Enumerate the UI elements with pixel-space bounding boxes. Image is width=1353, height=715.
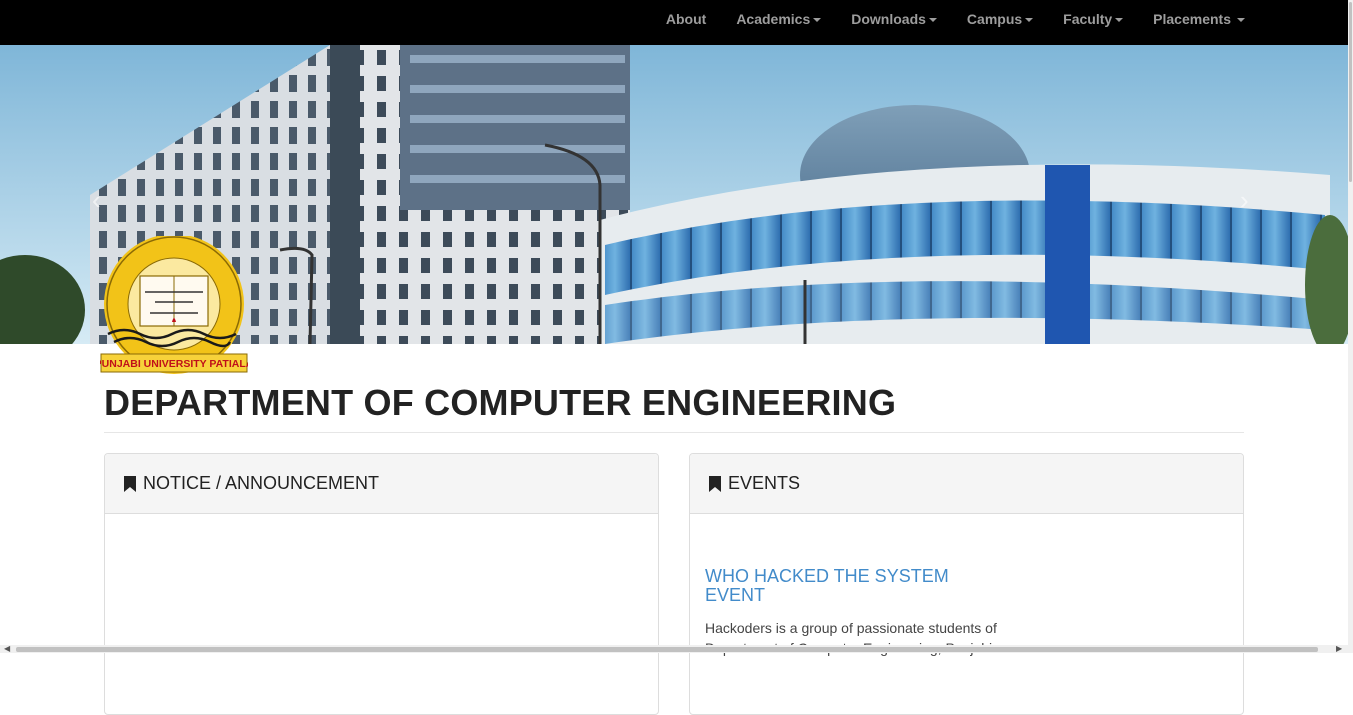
university-seal: PUNJABI UNIVERSITY PATIALA <box>95 234 254 374</box>
nav-item-downloads[interactable]: Downloads <box>836 0 952 38</box>
nav-item-placements[interactable]: Placements <box>1138 0 1260 38</box>
caret-down-icon <box>813 18 822 22</box>
nav-item-label: Downloads <box>851 11 926 27</box>
bookmark-icon <box>124 475 136 492</box>
nav-menu: About Academics Downloads Campus Faculty… <box>651 0 1260 38</box>
carousel-next-icon[interactable]: › <box>1240 185 1249 216</box>
nav-item-label: Placements <box>1153 11 1231 27</box>
carousel-prev-icon[interactable]: ‹ <box>92 185 101 216</box>
notice-panel: NOTICE / ANNOUNCEMENT <box>104 453 659 715</box>
event-title-link[interactable]: WHO HACKED THE SYSTEM EVENT <box>705 567 1005 605</box>
nav-item-about[interactable]: About <box>651 0 721 38</box>
caret-down-icon <box>1025 18 1034 22</box>
nav-item-label: Academics <box>736 11 811 27</box>
horizontal-scrollbar-thumb[interactable] <box>16 647 1318 652</box>
top-navbar: About Academics Downloads Campus Faculty… <box>0 0 1348 45</box>
nav-item-faculty[interactable]: Faculty <box>1048 0 1138 38</box>
notice-heading-label: NOTICE / ANNOUNCEMENT <box>143 473 380 493</box>
university-logo[interactable]: PUNJABI UNIVERSITY PATIALA <box>95 234 254 374</box>
nav-item-label: Campus <box>966 11 1023 27</box>
nav-item-label: About <box>665 11 707 27</box>
bookmark-icon <box>709 475 721 492</box>
scroll-left-icon[interactable]: ◀ <box>4 645 10 653</box>
events-panel: EVENTS WHO HACKED THE SYSTEM EVENT Hacko… <box>689 453 1244 715</box>
vertical-scrollbar-thumb[interactable] <box>1349 2 1352 182</box>
scroll-right-icon[interactable]: ▶ <box>1336 645 1342 653</box>
page-title: DEPARTMENT OF COMPUTER ENGINEERING <box>104 382 897 423</box>
logo-caption: PUNJABI UNIVERSITY PATIALA <box>100 358 248 370</box>
caret-down-icon <box>1237 18 1245 22</box>
nav-item-campus[interactable]: Campus <box>952 0 1048 38</box>
nav-item-label: Faculty <box>1063 11 1113 27</box>
caret-down-icon <box>1115 18 1124 22</box>
events-panel-heading: EVENTS <box>690 454 1243 514</box>
notice-panel-heading: NOTICE / ANNOUNCEMENT <box>105 454 658 514</box>
events-heading-label: EVENTS <box>728 473 801 493</box>
nav-item-academics[interactable]: Academics <box>721 0 836 38</box>
title-divider <box>104 432 1244 433</box>
caret-down-icon <box>928 18 937 22</box>
